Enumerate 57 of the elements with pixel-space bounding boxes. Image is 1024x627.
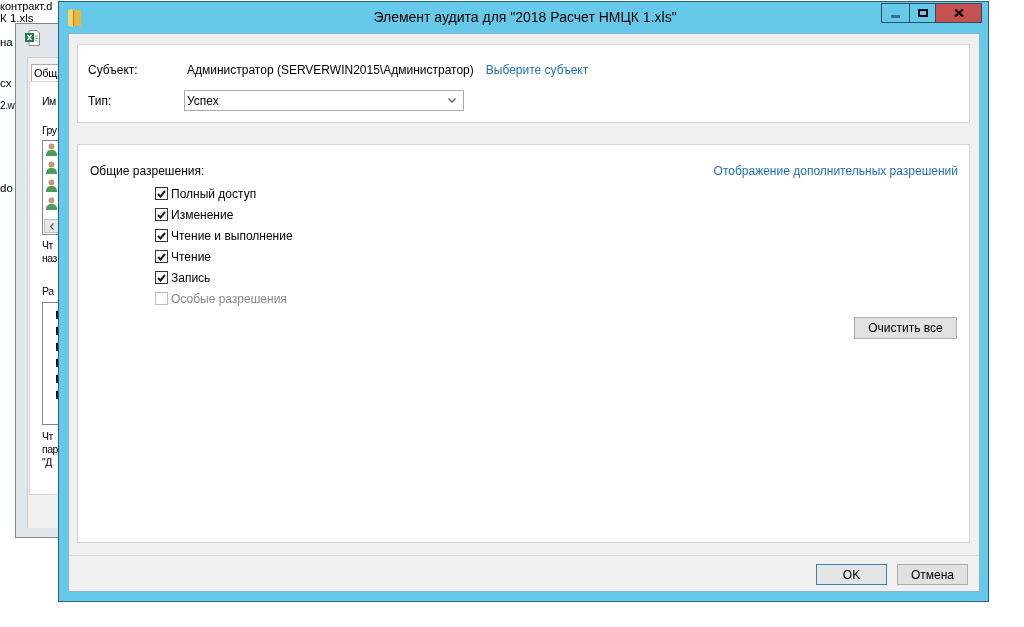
checkbox-label: Полный доступ: [171, 186, 257, 201]
folder-icon: [68, 9, 81, 27]
window-title: Элемент аудита для "2018 Расчет НМЦК 1.xls": [373, 8, 677, 27]
checkbox[interactable]: [155, 271, 168, 284]
show-advanced-permissions-link[interactable]: Отображение дополнительных разрешений: [713, 164, 958, 178]
hint-text: Чт: [42, 239, 54, 252]
hint-text: пар: [42, 443, 58, 456]
close-icon: [953, 9, 964, 17]
user-icon: [46, 179, 57, 192]
checkmark-icon: [157, 189, 166, 198]
checkmark-icon: [157, 231, 166, 240]
checkbox-label: Чтение и выполнение: [171, 228, 293, 243]
file-name[interactable]: на: [0, 35, 13, 49]
checkmark-icon: [157, 273, 166, 282]
field-label: Тип:: [88, 93, 113, 108]
scroll-left-button[interactable]: [44, 219, 58, 233]
hint-text: "Д: [42, 456, 54, 469]
clear-all-button[interactable]: Очистить все: [854, 317, 957, 339]
user-icon: [46, 161, 57, 174]
minimize-icon: [891, 15, 900, 18]
file-name[interactable]: К 1.xls: [0, 11, 34, 25]
type-dropdown[interactable]: Успех: [184, 90, 464, 111]
user-icon: [46, 197, 57, 210]
checkmark-icon: [157, 252, 166, 261]
checkmark-icon: [157, 210, 166, 219]
list-box[interactable]: [42, 302, 58, 425]
spreadsheet-file-icon: [25, 30, 40, 46]
minimize-button[interactable]: [881, 3, 910, 23]
maximize-icon: [917, 9, 928, 17]
hint-text: Чт: [42, 430, 54, 443]
field-label: Субъект:: [88, 62, 139, 78]
checkbox[interactable]: [155, 229, 168, 242]
file-name[interactable]: do: [0, 181, 13, 195]
close-button[interactable]: [935, 3, 982, 23]
file-name[interactable]: сх: [0, 76, 12, 90]
section-label: Ра: [42, 284, 54, 298]
chevron-left-icon: [49, 222, 54, 230]
select-principal-link[interactable]: Выберите субъект: [485, 62, 589, 78]
hint-text: наз: [42, 252, 57, 265]
checkbox[interactable]: [155, 187, 168, 200]
dialog-button[interactable]: Отмена: [897, 564, 968, 585]
user-icon: [46, 143, 57, 156]
field-label: Им: [42, 94, 56, 108]
checkbox-label: Особые разрешения: [171, 291, 287, 306]
file-name[interactable]: 2.w: [0, 99, 15, 113]
checkbox[interactable]: [155, 208, 168, 221]
checkbox[interactable]: [155, 250, 168, 263]
file-name[interactable]: контракт.d: [0, 0, 53, 12]
section-label: Гру: [42, 123, 57, 137]
checkbox-label: Запись: [171, 270, 211, 285]
section-label: Общие разрешения:: [90, 164, 205, 178]
dialog-button[interactable]: OK: [816, 564, 887, 585]
chevron-down-icon: [448, 98, 456, 103]
checkbox-label: Изменение: [171, 207, 234, 222]
principal-name: Администратор (SERVERWIN2015\Администратор): [187, 62, 474, 78]
checkbox-label: Чтение: [171, 249, 212, 264]
tab[interactable]: Общ: [31, 64, 58, 81]
